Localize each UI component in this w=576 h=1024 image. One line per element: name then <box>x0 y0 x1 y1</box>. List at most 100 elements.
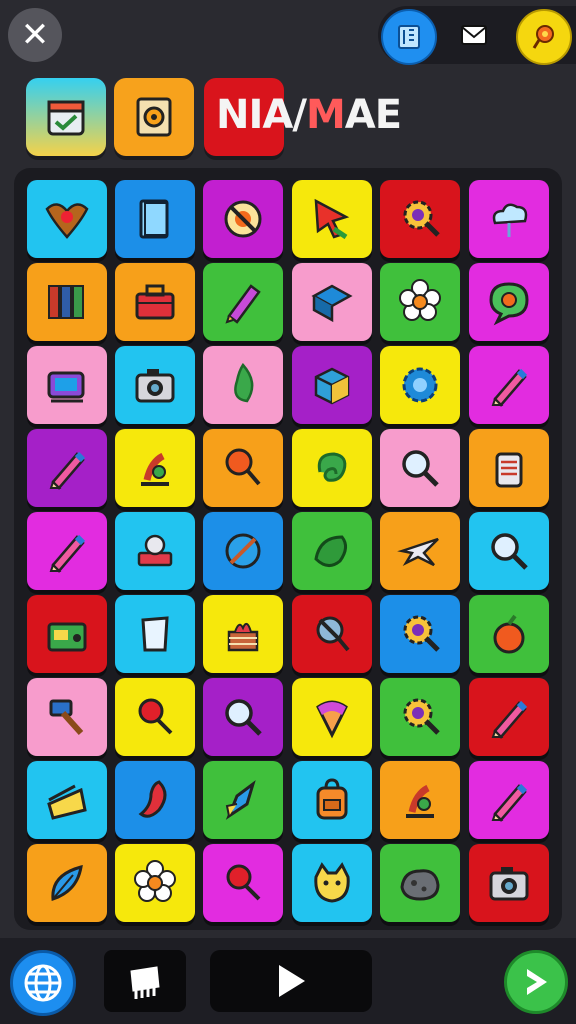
grid-tile[interactable] <box>380 844 460 922</box>
grid-tile[interactable] <box>292 595 372 673</box>
gear-document-icon <box>136 97 172 137</box>
close-icon: ✕ <box>20 15 50 55</box>
grid-tile[interactable] <box>203 429 283 507</box>
grid-tile[interactable] <box>27 512 107 590</box>
gear-flower-icon <box>402 367 438 403</box>
magnifier-icon <box>225 699 262 736</box>
grid-tile[interactable] <box>27 429 107 507</box>
grid-tile[interactable] <box>380 595 460 673</box>
close-button[interactable]: ✕ <box>8 8 62 62</box>
flower-icon <box>399 279 441 321</box>
map-icon <box>398 25 420 49</box>
map-button[interactable] <box>381 9 437 65</box>
grid-tile[interactable] <box>115 761 195 839</box>
backpack-icon <box>316 778 348 820</box>
grid-tile[interactable] <box>115 180 195 258</box>
microscope-icon <box>141 452 169 486</box>
grid-tile[interactable] <box>203 844 283 922</box>
grid-tile[interactable] <box>27 844 107 922</box>
grid-tile[interactable] <box>469 180 549 258</box>
grid-tile[interactable] <box>292 678 372 756</box>
pencil-icon <box>491 368 528 407</box>
grid-tile[interactable] <box>380 263 460 341</box>
grid-tile[interactable] <box>27 761 107 839</box>
grid-tile[interactable] <box>115 595 195 673</box>
swirl-icon <box>317 452 347 482</box>
grid-tile[interactable] <box>203 512 283 590</box>
grid-tile[interactable] <box>469 595 549 673</box>
grid-tile[interactable] <box>115 512 195 590</box>
location-button[interactable] <box>516 9 572 65</box>
magnifier-icon <box>402 450 439 487</box>
grid-tile[interactable] <box>115 346 195 424</box>
grid-tile[interactable] <box>203 346 283 424</box>
fruit-icon <box>493 614 525 654</box>
grid-tile[interactable] <box>380 678 460 756</box>
bottom-bar <box>0 938 576 1024</box>
grid-tile[interactable] <box>380 180 460 258</box>
gear-magnifier-icon <box>403 200 440 237</box>
pickle-icon <box>314 535 347 567</box>
camera-icon <box>489 867 529 901</box>
grid-tile[interactable] <box>27 180 107 258</box>
stamp-icon <box>137 534 173 567</box>
eagle-crest-icon <box>45 203 89 239</box>
grid-tile[interactable] <box>203 678 283 756</box>
grid-tile[interactable] <box>115 844 195 922</box>
plane-icon <box>397 537 439 567</box>
grid-tile[interactable] <box>380 429 460 507</box>
grid-tile[interactable] <box>292 263 372 341</box>
grid-tile[interactable] <box>469 761 549 839</box>
grid-tile[interactable] <box>115 429 195 507</box>
top-bar: ✕ <box>0 0 576 70</box>
grid-tile[interactable] <box>203 180 283 258</box>
projector-icon <box>47 371 85 403</box>
grid-tile[interactable] <box>27 595 107 673</box>
grid-tile[interactable] <box>292 429 372 507</box>
grid-tile[interactable] <box>380 346 460 424</box>
mail-icon <box>461 25 487 45</box>
grid-tile[interactable] <box>203 263 283 341</box>
play-button[interactable] <box>210 950 372 1012</box>
cheese-icon <box>47 784 87 820</box>
gear-magnifier-icon <box>403 615 440 652</box>
cloud-icon <box>492 203 528 237</box>
gear-document-slot[interactable] <box>114 78 194 156</box>
grid-tile[interactable] <box>27 346 107 424</box>
crayon-icon <box>225 284 261 324</box>
chip-icon <box>130 966 160 999</box>
pin-icon <box>226 864 261 901</box>
grid-tile[interactable] <box>380 761 460 839</box>
chip-button[interactable] <box>104 950 186 1012</box>
grid-tile[interactable] <box>380 512 460 590</box>
camera-icon <box>135 369 175 403</box>
magnifier-icon <box>491 533 528 570</box>
calendar-slot[interactable] <box>26 78 106 156</box>
tool-row: NIA/MAE <box>0 76 576 160</box>
globe-button[interactable] <box>10 950 76 1016</box>
grid-tile[interactable] <box>27 678 107 756</box>
next-button[interactable] <box>504 950 568 1014</box>
mail-button[interactable] <box>448 9 500 61</box>
grid-tile[interactable] <box>469 844 549 922</box>
pencil-icon <box>491 783 528 822</box>
grid-tile[interactable] <box>292 761 372 839</box>
grid-tile[interactable] <box>292 512 372 590</box>
grid-tile[interactable] <box>469 678 549 756</box>
grid-tile[interactable] <box>292 844 372 922</box>
gem-box-icon <box>311 284 353 323</box>
grid-tile[interactable] <box>203 595 283 673</box>
grid-tile[interactable] <box>292 346 372 424</box>
grid-tile[interactable] <box>27 263 107 341</box>
grid-tile[interactable] <box>292 180 372 258</box>
grid-tile[interactable] <box>115 263 195 341</box>
grid-tile[interactable] <box>469 512 549 590</box>
grid-tile[interactable] <box>115 678 195 756</box>
grid-tile[interactable] <box>469 429 549 507</box>
game-title: NIA/MAE <box>216 92 402 138</box>
grid-tile[interactable] <box>469 346 549 424</box>
leaf-icon <box>234 362 254 403</box>
orange-disc-icon <box>224 200 262 238</box>
grid-tile[interactable] <box>203 761 283 839</box>
grid-tile[interactable] <box>469 263 549 341</box>
